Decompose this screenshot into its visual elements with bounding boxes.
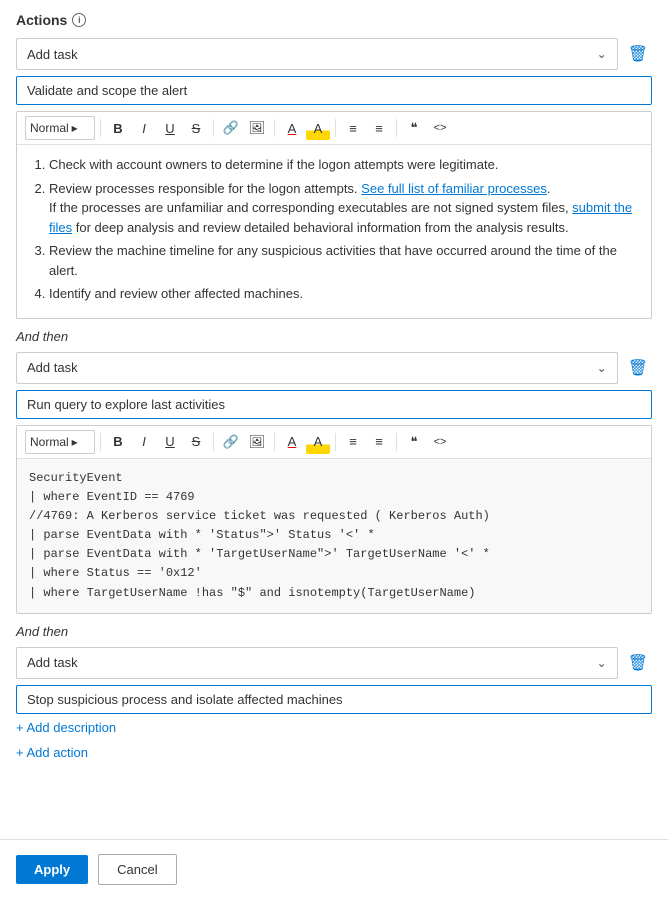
task-2-toolbar: Normal ▸ B I U S 🔗 🖼 A A ≡ ≡ ❝ <> [17, 426, 651, 459]
add-description-link[interactable]: + Add description [16, 720, 116, 735]
task-2-container: Add task ⌄ 🗑 Normal ▸ B I U S 🔗 🖼 [16, 352, 652, 614]
task-3-chevron-down-icon: ⌄ [597, 656, 607, 670]
task-2-chevron-down-icon: ⌄ [597, 361, 607, 375]
task-1-title-input[interactable] [16, 76, 652, 105]
task-1-toolbar: Normal ▸ B I U S 🔗 🖼 A A ≡ ≡ ❝ <> [17, 112, 651, 145]
task-2-bold-button[interactable]: B [106, 430, 130, 454]
highlight-button[interactable]: A [306, 116, 330, 140]
format-chevron-icon: ▸ [72, 121, 78, 135]
task-2-highlight-button[interactable]: A [306, 430, 330, 454]
submit-files-link[interactable]: submit the files [49, 200, 632, 235]
code-line-6: | where Status == '0x12' [29, 564, 639, 583]
italic-button[interactable]: I [132, 116, 156, 140]
bold-button[interactable]: B [106, 116, 130, 140]
toolbar-sep-3 [274, 119, 275, 137]
task-2-format-select[interactable]: Normal ▸ [25, 430, 95, 454]
toolbar-sep-2 [213, 119, 214, 137]
task-1-dropdown-label: Add task [27, 47, 78, 62]
info-icon: i [72, 13, 86, 27]
task-2-image-button[interactable]: 🖼 [245, 430, 269, 454]
task-1-container: Add task ⌄ 🗑 Normal ▸ B I U S 🔗 🖼 [16, 38, 652, 319]
task-2-sep-5 [396, 433, 397, 451]
task-3-dropdown-label: Add task [27, 655, 78, 670]
task-3-container: Add task ⌄ 🗑 + Add description [16, 647, 652, 745]
task-2-editor: Normal ▸ B I U S 🔗 🖼 A A ≡ ≡ ❝ <> [16, 425, 652, 614]
task-2-underline-button[interactable]: U [158, 430, 182, 454]
task-3-title-input[interactable] [16, 685, 652, 714]
task-2-code-button[interactable]: <> [428, 430, 452, 454]
font-color-button[interactable]: A [280, 116, 304, 140]
task-2-bullet-button[interactable]: ≡ [341, 430, 365, 454]
strikethrough-button[interactable]: S [184, 116, 208, 140]
apply-button[interactable]: Apply [16, 855, 88, 884]
task-2-dropdown[interactable]: Add task ⌄ [16, 352, 618, 384]
bullet-list-button[interactable]: ≡ [341, 116, 365, 140]
familiar-processes-link[interactable]: See full list of familiar processes [361, 181, 547, 196]
quote-button[interactable]: ❝ [402, 116, 426, 140]
code-button[interactable]: <> [428, 116, 452, 140]
task-1-editor-content[interactable]: Check with account owners to determine i… [17, 145, 651, 318]
toolbar-sep-5 [396, 119, 397, 137]
code-line-4: | parse EventData with * 'Status">' Stat… [29, 526, 639, 545]
task-2-number-button[interactable]: ≡ [367, 430, 391, 454]
and-then-1-label: And then [16, 329, 652, 344]
task-2-sep-2 [213, 433, 214, 451]
task-1-dropdown[interactable]: Add task ⌄ [16, 38, 618, 70]
task-1-chevron-down-icon: ⌄ [597, 47, 607, 61]
code-line-5: | parse EventData with * 'TargetUserName… [29, 545, 639, 564]
task-2-sep-4 [335, 433, 336, 451]
number-list-button[interactable]: ≡ [367, 116, 391, 140]
code-line-7: | where TargetUserName !has "$" and isno… [29, 584, 639, 603]
code-line-2: | where EventID == 4769 [29, 488, 639, 507]
task-2-link-button[interactable]: 🔗 [219, 430, 243, 454]
task-2-format-label: Normal [30, 435, 69, 449]
task-2-sep-3 [274, 433, 275, 451]
task-3-dropdown[interactable]: Add task ⌄ [16, 647, 618, 679]
task-3-delete-icon[interactable]: 🗑 [624, 649, 652, 677]
task-2-quote-button[interactable]: ❝ [402, 430, 426, 454]
task-3-dropdown-row: Add task ⌄ 🗑 [16, 647, 652, 679]
code-line-3: //4769: A Kerberos service ticket was re… [29, 507, 639, 526]
code-line-1: SecurityEvent [29, 469, 639, 488]
and-then-2-label: And then [16, 624, 652, 639]
task-2-format-chevron-icon: ▸ [72, 435, 78, 449]
task-2-dropdown-label: Add task [27, 360, 78, 375]
toolbar-sep-4 [335, 119, 336, 137]
task-2-font-color-button[interactable]: A [280, 430, 304, 454]
footer-bar: Apply Cancel [0, 839, 668, 899]
task-2-title-input[interactable] [16, 390, 652, 419]
task-2-editor-content[interactable]: SecurityEvent | where EventID == 4769 //… [17, 459, 651, 613]
task-2-sep-1 [100, 433, 101, 451]
task-1-dropdown-row: Add task ⌄ 🗑 [16, 38, 652, 70]
add-action-link[interactable]: + Add action [16, 745, 88, 760]
section-title: Actions i [16, 12, 652, 28]
toolbar-sep-1 [100, 119, 101, 137]
footer-spacer [16, 780, 652, 840]
actions-title: Actions [16, 12, 67, 28]
task-1-editor: Normal ▸ B I U S 🔗 🖼 A A ≡ ≡ ❝ <> [16, 111, 652, 319]
task-2-dropdown-row: Add task ⌄ 🗑 [16, 352, 652, 384]
task-1-delete-icon[interactable]: 🗑 [624, 40, 652, 68]
task-2-strike-button[interactable]: S [184, 430, 208, 454]
image-button[interactable]: 🖼 [245, 116, 269, 140]
format-select-label: Normal [30, 121, 69, 135]
task-2-delete-icon[interactable]: 🗑 [624, 354, 652, 382]
link-button[interactable]: 🔗 [219, 116, 243, 140]
underline-button[interactable]: U [158, 116, 182, 140]
task-1-format-select[interactable]: Normal ▸ [25, 116, 95, 140]
cancel-button[interactable]: Cancel [98, 854, 176, 885]
task-2-italic-button[interactable]: I [132, 430, 156, 454]
